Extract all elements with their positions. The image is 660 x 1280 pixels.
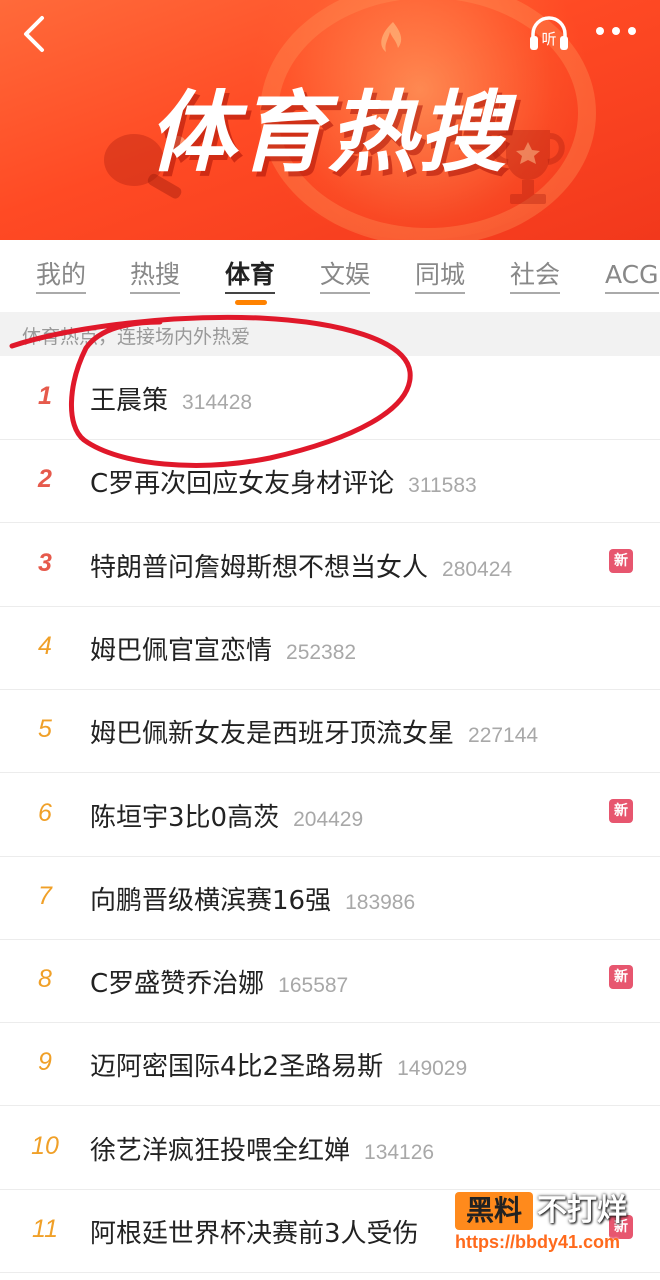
- rank-number: 3: [38, 548, 52, 577]
- tab-hot-search[interactable]: 热搜: [130, 260, 181, 294]
- topic-title-text: 向鹏晋级横滨赛16强: [90, 885, 332, 916]
- topic-title: 王晨策 314428: [90, 380, 252, 417]
- watermark-text: 不打烊: [537, 1193, 627, 1228]
- list-item[interactable]: 8 C罗盛赞乔治娜 165587 新: [0, 939, 660, 1024]
- topic-title: 徐艺洋疯狂投喂全红婵 134126: [90, 1130, 434, 1167]
- listen-label: 听: [541, 30, 556, 48]
- new-badge: 新: [609, 965, 633, 990]
- tab-acg[interactable]: ACG: [605, 260, 659, 294]
- rank-number: 5: [38, 715, 52, 744]
- list-item[interactable]: 6 陈垣宇3比0高茨 204429 新: [0, 773, 660, 857]
- list-item[interactable]: 7 向鹏晋级横滨赛16强 183986: [0, 856, 660, 940]
- search-count: 311583: [408, 474, 477, 498]
- new-badge: 新: [609, 798, 633, 823]
- tab-sports[interactable]: 体育: [225, 260, 276, 294]
- topic-title: 阿根廷世界杯决赛前3人受伤: [90, 1213, 419, 1250]
- rank-number: 9: [38, 1048, 52, 1077]
- topic-title: 姆巴佩官宣恋情 252382: [90, 630, 356, 667]
- search-count: 149029: [397, 1057, 468, 1081]
- tab-mine[interactable]: 我的: [36, 260, 87, 294]
- rank-number: 10: [31, 1131, 59, 1160]
- rank-number: 4: [38, 631, 52, 660]
- search-count: 204429: [293, 807, 364, 831]
- topic-title-text: 阿根廷世界杯决赛前3人受伤: [90, 1219, 419, 1249]
- headphones-listen-icon[interactable]: 听: [527, 14, 571, 54]
- topic-title-text: C罗盛赞乔治娜: [90, 969, 265, 1000]
- list-item[interactable]: 10 徐艺洋疯狂投喂全红婵 134126: [0, 1106, 660, 1190]
- tab-entertainment[interactable]: 文娱: [320, 260, 371, 294]
- search-count: 314428: [182, 391, 253, 414]
- topic-title: C罗再次回应女友身材评论 311583: [90, 463, 477, 500]
- topic-title-text: 徐艺洋疯狂投喂全红婵: [90, 1135, 351, 1166]
- list-item[interactable]: 1 王晨策 314428: [0, 356, 660, 440]
- search-count: 165587: [278, 974, 349, 998]
- list-item[interactable]: 5 姆巴佩新女友是西班牙顶流女星 227144: [0, 689, 660, 774]
- watermark: 黑料 不打烊 https://bbdy41.com: [455, 1192, 655, 1272]
- topic-title-text: 姆巴佩官宣恋情: [90, 635, 273, 666]
- list-item[interactable]: 9 迈阿密国际4比2圣路易斯 149029: [0, 1022, 660, 1107]
- search-count: 227144: [468, 724, 539, 748]
- active-tab-indicator: [235, 300, 267, 305]
- topic-title-text: C罗再次回应女友身材评论: [90, 469, 395, 500]
- topic-title: 姆巴佩新女友是西班牙顶流女星 227144: [90, 713, 538, 750]
- topic-title-text: 迈阿密国际4比2圣路易斯: [90, 1052, 384, 1083]
- list-item[interactable]: 2 C罗再次回应女友身材评论 311583: [0, 439, 660, 524]
- rank-number: 8: [38, 965, 52, 994]
- rank-number: 2: [38, 465, 52, 494]
- topic-title-text: 王晨策: [90, 386, 169, 416]
- section-subtitle: 体育热点，连接场内外热爱: [22, 326, 251, 348]
- topic-title: C罗盛赞乔治娜 165587: [90, 963, 348, 1000]
- list-item[interactable]: 4 姆巴佩官宣恋情 252382: [0, 606, 660, 690]
- back-arrow-icon[interactable]: [16, 14, 56, 54]
- topic-title: 陈垣宇3比0高茨 204429: [90, 797, 363, 834]
- tab-local[interactable]: 同城: [415, 260, 466, 294]
- watermark-url: https://bbdy41.com: [455, 1232, 621, 1252]
- more-options-icon[interactable]: [592, 16, 640, 46]
- search-count: 280424: [442, 557, 513, 581]
- topic-title-text: 姆巴佩新女友是西班牙顶流女星: [90, 719, 455, 750]
- tab-bar: 我的 热搜 体育 文娱 同城 社会 ACG: [0, 240, 660, 312]
- topic-title-text: 陈垣宇3比0高茨: [90, 802, 280, 833]
- rank-number: 7: [38, 881, 52, 910]
- banner-title: 体育热搜: [148, 81, 509, 184]
- search-count: 183986: [345, 890, 416, 914]
- tab-society[interactable]: 社会: [510, 260, 561, 294]
- search-count: 134126: [364, 1140, 435, 1164]
- subtitle-bar: 体育热点，连接场内外热爱: [0, 312, 660, 356]
- topic-title: 特朗普问詹姆斯想不想当女人 280424: [90, 547, 512, 584]
- new-badge: 新: [609, 548, 633, 573]
- topic-title-text: 特朗普问詹姆斯想不想当女人: [90, 552, 429, 583]
- search-count: 252382: [286, 640, 357, 664]
- topic-title: 向鹏晋级横滨赛16强 183986: [90, 880, 415, 917]
- topic-title: 迈阿密国际4比2圣路易斯 149029: [90, 1046, 467, 1083]
- list-item[interactable]: 3 特朗普问詹姆斯想不想当女人 280424 新: [0, 523, 660, 607]
- rank-number: 1: [38, 382, 52, 410]
- watermark-badge: 黑料: [455, 1192, 533, 1230]
- rank-number: 6: [38, 798, 52, 827]
- rank-number: 11: [32, 1215, 58, 1243]
- torch-icon: [381, 22, 402, 52]
